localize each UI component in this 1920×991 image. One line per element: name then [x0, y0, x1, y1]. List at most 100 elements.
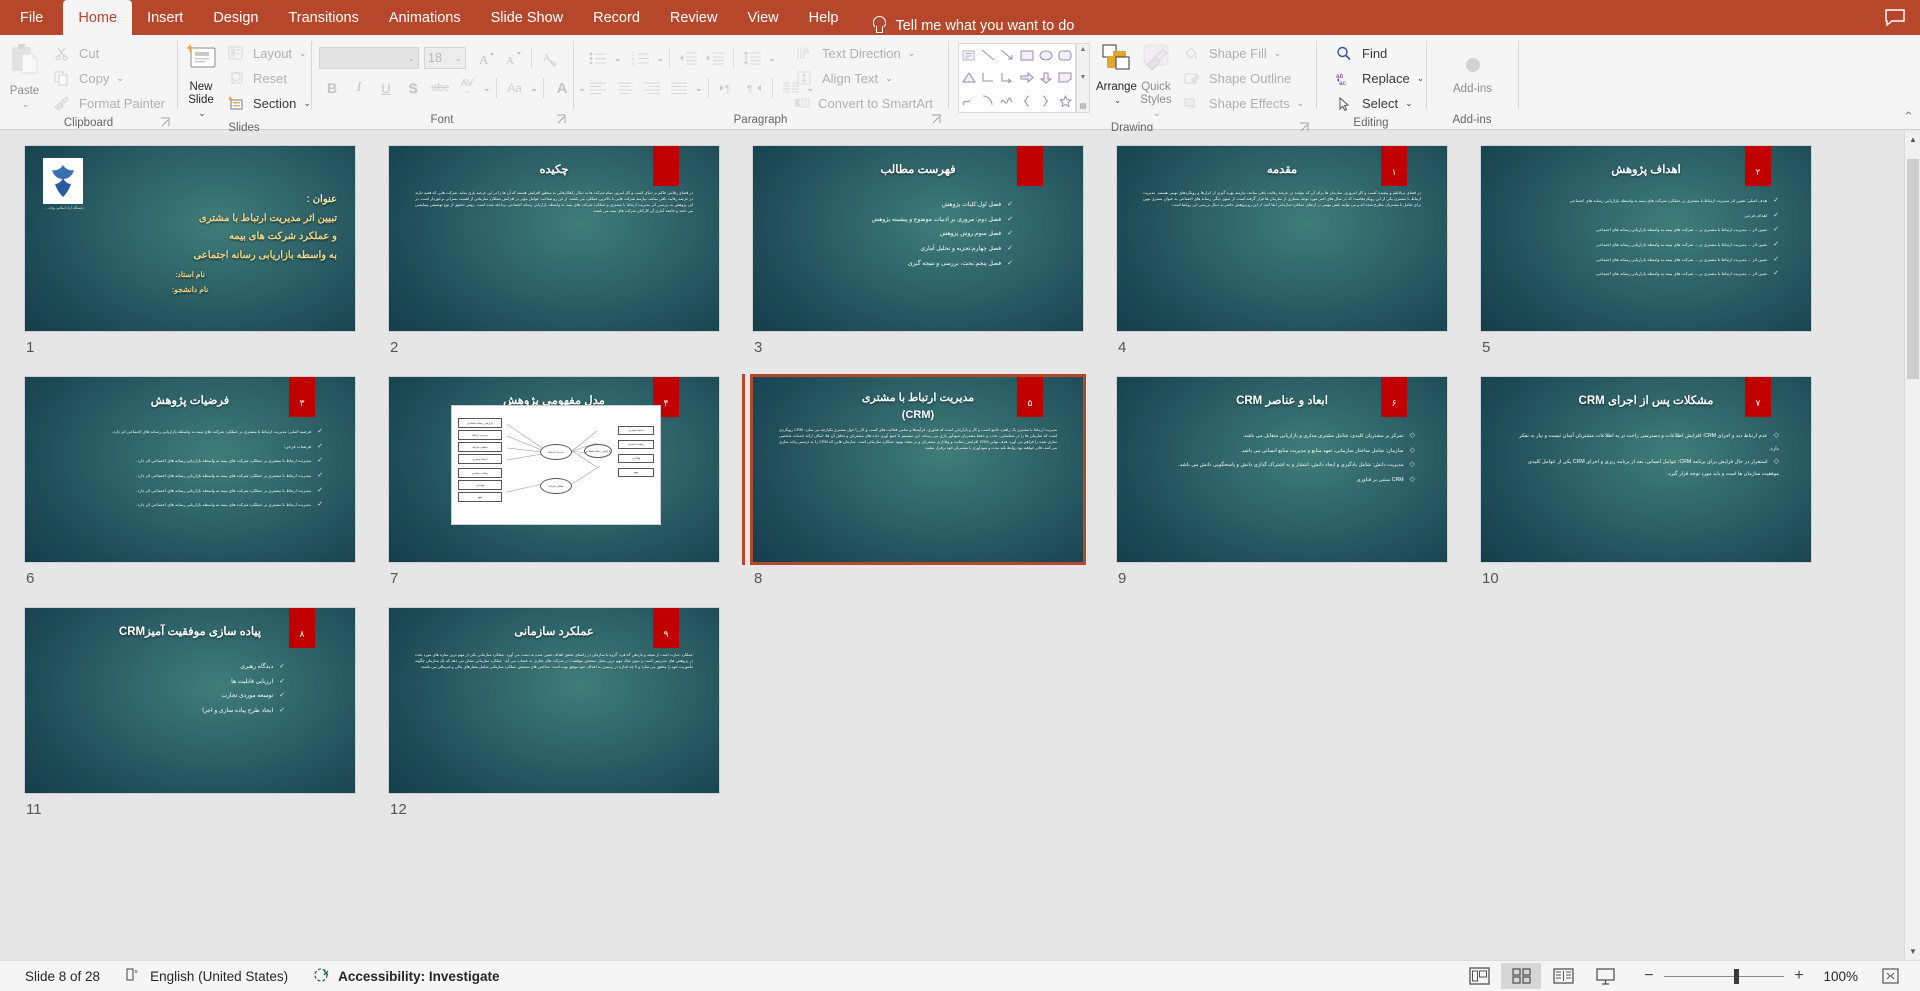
strikethrough-button[interactable]: abc: [427, 75, 453, 101]
slide-canvas[interactable]: ۴ مدل مفهومی پژوهش بازاریابی رسانه اجتماعی…: [388, 376, 720, 563]
tell-me-search[interactable]: Tell me what you want to do: [871, 16, 1074, 35]
paragraph-dialog-launcher[interactable]: [931, 114, 942, 125]
gallery-scroll-down-icon[interactable]: ▼: [1080, 74, 1087, 81]
shape-outline-button[interactable]: Shape Outline: [1175, 66, 1309, 90]
copy-chevron-down-icon[interactable]: ⌄: [116, 73, 124, 84]
section-button[interactable]: Section ⌄: [219, 91, 316, 115]
shape-line-icon[interactable]: [978, 44, 997, 67]
zoom-out-button[interactable]: −: [1643, 967, 1655, 985]
shape-textbox-icon[interactable]: [959, 44, 978, 67]
clipboard-dialog-launcher[interactable]: [160, 117, 171, 128]
slide-indicator[interactable]: Slide 8 of 28: [12, 969, 113, 984]
justify-icon[interactable]: [666, 75, 692, 101]
shape-right-arrow-icon[interactable]: [1017, 67, 1036, 90]
shape-arrow-icon[interactable]: [998, 44, 1017, 67]
shape-oval-icon[interactable]: [1036, 44, 1055, 67]
slide-canvas[interactable]: ۲اهداف پژوهشهدف اصلی: تعیین اثر مدیریت ا…: [1480, 145, 1812, 332]
font-dialog-launcher[interactable]: [556, 114, 567, 125]
slide-canvas[interactable]: ۵ مدیریت ارتباط با مشتری (CRM) مدیریت ارتبا…: [750, 374, 1086, 565]
font-color-button[interactable]: A: [549, 75, 575, 101]
slide-thumbnail-11[interactable]: ۸پیاده سازی موفقیت آمیزCRMدیدگاه رهبریار…: [24, 607, 388, 824]
zoom-slider[interactable]: [1664, 968, 1784, 984]
tab-animations[interactable]: Animations: [374, 0, 476, 35]
slide-thumbnail-5[interactable]: ۲اهداف پژوهشهدف اصلی: تعیین اثر مدیریت ا…: [1480, 145, 1844, 362]
decrease-font-size-icon[interactable]: A: [500, 45, 526, 71]
rtl-text-direction-icon[interactable]: ¶: [741, 75, 767, 101]
shape-arc-icon[interactable]: [978, 89, 997, 112]
addins-button[interactable]: Add-ins: [1437, 41, 1509, 96]
text-shadow-button[interactable]: S: [400, 75, 426, 101]
zoom-control[interactable]: − + 100%: [1627, 967, 1868, 985]
slide-thumbnail-8[interactable]: ۵ مدیریت ارتباط با مشتری (CRM) مدیریت ارتبا…: [742, 374, 1116, 593]
slide-thumbnail-6[interactable]: ۳فرضیات پژوهشفرضیه اصلی: مدیریت ارتباط ب…: [24, 376, 388, 593]
shape-star-icon[interactable]: [1056, 89, 1075, 112]
shape-folded-corner-icon[interactable]: [1056, 67, 1075, 90]
slide-canvas[interactable]: ۹ عملکرد سازمانی عملکرد عبارت است از نتیجه…: [388, 607, 720, 794]
increase-indent-icon[interactable]: [702, 45, 728, 71]
slide-thumbnail-3[interactable]: فهرست مطالب فصل اول:کلیات پژوهشفصل دوم: م…: [752, 145, 1116, 362]
slide-thumbnail-12[interactable]: ۹ عملکرد سازمانی عملکرد عبارت است از نتیجه…: [388, 607, 752, 824]
slide-canvas[interactable]: ۷مشکلات پس از اجرای CRMعدم ارتباط دید و …: [1480, 376, 1812, 563]
shape-elbow-arrow-icon[interactable]: [998, 67, 1017, 90]
align-center-icon[interactable]: [612, 75, 638, 101]
shape-rectangle-icon[interactable]: [1017, 44, 1036, 67]
shape-rounded-rectangle-icon[interactable]: [1056, 44, 1075, 67]
cut-button[interactable]: Cut: [45, 41, 170, 65]
decrease-indent-icon[interactable]: [675, 45, 701, 71]
paste-button[interactable]: Paste ⌄: [8, 41, 41, 111]
vertical-scrollbar[interactable]: ▲ ▼: [1904, 131, 1920, 960]
slide-canvas[interactable]: چکیده در فضای رقابتی حاکم بر دنیای کسب و …: [388, 145, 720, 332]
tab-file[interactable]: File: [0, 0, 63, 35]
slide-sorter-pane[interactable]: دانشگاه آزاد اسلامی واحد ... عنوان : تبیین…: [0, 131, 1920, 960]
text-direction-button[interactable]: A Text Direction ⌄: [788, 41, 938, 65]
arrange-button[interactable]: Arrange ⌄: [1096, 41, 1137, 107]
tab-help[interactable]: Help: [794, 0, 854, 35]
slide-thumbnail-2[interactable]: چکیده در فضای رقابتی حاکم بر دنیای کسب و …: [388, 145, 752, 362]
view-slide-show-button[interactable]: [1585, 963, 1625, 989]
accessibility-status[interactable]: Accessibility: Investigate: [301, 967, 512, 986]
scrollbar-thumb[interactable]: [1907, 159, 1919, 379]
font-name-input[interactable]: ⌄: [319, 47, 419, 69]
copy-button[interactable]: Copy ⌄: [45, 66, 170, 90]
new-slide-button[interactable]: New Slide ⌄: [185, 41, 217, 120]
ltr-text-direction-icon[interactable]: ¶: [714, 75, 740, 101]
slide-canvas[interactable]: ۸پیاده سازی موفقیت آمیزCRMدیدگاه رهبریار…: [24, 607, 356, 794]
shape-gallery[interactable]: [958, 43, 1076, 113]
align-text-button[interactable]: Align Text ⌄: [788, 66, 938, 90]
shape-gallery-scrollbar[interactable]: ▲ ▼ ▤: [1076, 43, 1090, 113]
slide-thumbnail-9[interactable]: ۶ابعاد و عناصر CRMتمرکز بر مشتریان کلیدی…: [1116, 376, 1480, 593]
view-reading-button[interactable]: [1543, 963, 1583, 989]
numbering-icon[interactable]: 123: [628, 45, 654, 71]
shape-right-brace-icon[interactable]: [1036, 89, 1055, 112]
select-button[interactable]: Select ⌄: [1328, 91, 1429, 115]
shape-effects-button[interactable]: Shape Effects ⌄: [1175, 91, 1309, 115]
italic-button[interactable]: I: [346, 75, 372, 101]
view-normal-button[interactable]: [1459, 963, 1499, 989]
bold-button[interactable]: B: [319, 75, 345, 101]
gallery-scroll-up-icon[interactable]: ▲: [1080, 46, 1087, 53]
tab-slide-show[interactable]: Slide Show: [476, 0, 579, 35]
slide-canvas[interactable]: ۶ابعاد و عناصر CRMتمرکز بر مشتریان کلیدی…: [1116, 376, 1448, 563]
shape-down-arrow-icon[interactable]: [1036, 67, 1055, 90]
scroll-down-icon[interactable]: ▼: [1905, 943, 1920, 960]
gallery-more-icon[interactable]: ▤: [1080, 102, 1087, 110]
zoom-in-button[interactable]: +: [1793, 967, 1805, 985]
slide-canvas[interactable]: فهرست مطالب فصل اول:کلیات پژوهشفصل دوم: م…: [752, 145, 1084, 332]
layout-button[interactable]: Layout ⌄: [219, 41, 316, 65]
slide-thumbnail-7[interactable]: ۴ مدل مفهومی پژوهش بازاریابی رسانه اجتماعی…: [388, 376, 752, 593]
increase-font-size-icon[interactable]: A: [473, 45, 499, 71]
format-painter-button[interactable]: Format Painter: [45, 91, 170, 115]
slide-thumbnail-10[interactable]: ۷مشکلات پس از اجرای CRMعدم ارتباط دید و …: [1480, 376, 1844, 593]
shape-curve-icon[interactable]: [998, 89, 1017, 112]
tab-insert[interactable]: Insert: [132, 0, 198, 35]
slide-thumbnail-1[interactable]: دانشگاه آزاد اسلامی واحد ... عنوان : تبیین…: [24, 145, 388, 362]
language-status[interactable]: × English (United States): [113, 967, 301, 985]
shape-freeform-icon[interactable]: [959, 89, 978, 112]
shape-elbow-connector-icon[interactable]: [978, 67, 997, 90]
align-right-icon[interactable]: [639, 75, 665, 101]
zoom-percentage[interactable]: 100%: [1814, 969, 1858, 984]
shape-triangle-icon[interactable]: [959, 67, 978, 90]
shape-left-brace-icon[interactable]: [1017, 89, 1036, 112]
slide-canvas[interactable]: ۱ مقدمه در فضای پرتلاطم و پیچیده کسب و کار…: [1116, 145, 1448, 332]
bullets-icon[interactable]: [585, 45, 611, 71]
